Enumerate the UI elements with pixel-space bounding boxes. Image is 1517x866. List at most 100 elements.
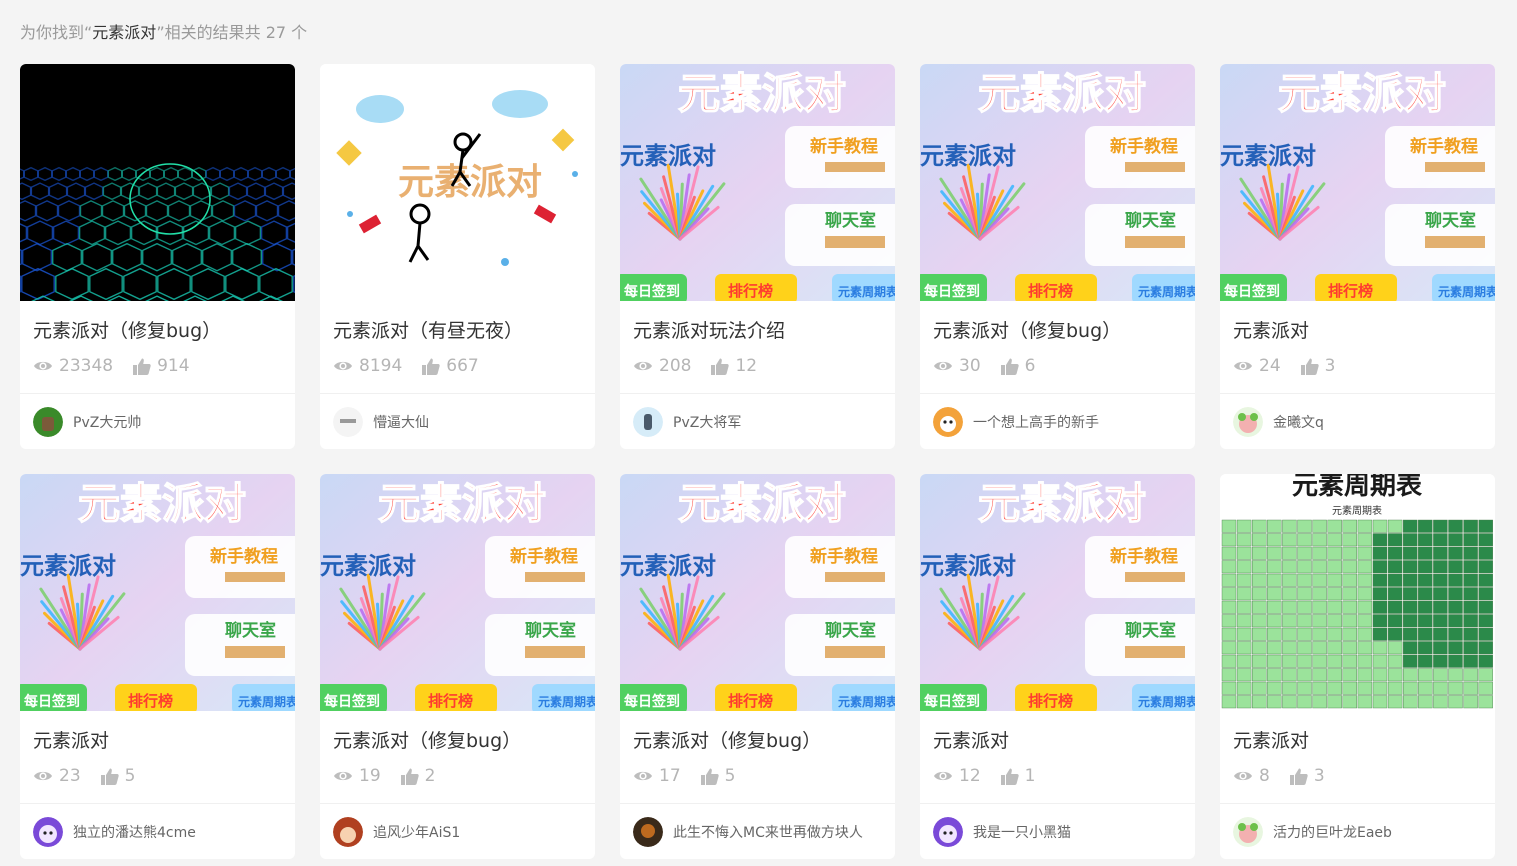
result-card[interactable]: 元素派对 元素派对 新手教程 聊天室 每日签到 排行榜 元素周期表 元素派对（修复bug） 17… bbox=[620, 474, 895, 859]
card-thumbnail[interactable]: 元素派对 bbox=[320, 64, 595, 301]
svg-text:排行榜: 排行榜 bbox=[128, 692, 173, 710]
card-thumbnail[interactable] bbox=[20, 64, 295, 301]
card-title[interactable]: 元素派对 bbox=[1233, 316, 1309, 343]
result-card[interactable]: 元素派对 元素派对 新手教程 聊天室 每日签到 排行榜 元素周期表 元素派对 23 5 独立的潘达熊… bbox=[20, 474, 295, 859]
card-title[interactable]: 元素派对（修复bug） bbox=[333, 726, 521, 753]
avatar[interactable] bbox=[333, 817, 363, 847]
card-thumbnail[interactable]: 元素周期表 元素周期表 bbox=[1220, 474, 1495, 711]
card-stats: 23348 914 bbox=[33, 356, 190, 376]
card-thumbnail[interactable]: 元素派对 元素派对 新手教程 聊天室 每日签到 排行榜 元素周期表 bbox=[920, 64, 1195, 301]
avatar[interactable] bbox=[633, 817, 663, 847]
author-name[interactable]: 追风少年AiS1 bbox=[373, 822, 460, 842]
svg-text:聊天室: 聊天室 bbox=[1125, 620, 1176, 641]
card-author[interactable]: 此生不悔入MC来世再做方块人 bbox=[633, 817, 863, 847]
avatar[interactable] bbox=[633, 407, 663, 437]
like-count: 6 bbox=[1024, 356, 1036, 376]
eye-icon bbox=[933, 769, 953, 783]
card-stats: 208 12 bbox=[633, 356, 757, 376]
avatar[interactable] bbox=[933, 407, 963, 437]
card-thumbnail[interactable]: 元素派对 元素派对 新手教程 聊天室 每日签到 排行榜 元素周期表 bbox=[920, 474, 1195, 711]
svg-text:元素派对: 元素派对 bbox=[78, 479, 246, 528]
author-name[interactable]: 此生不悔入MC来世再做方块人 bbox=[673, 822, 863, 842]
card-thumbnail[interactable]: 元素派对 元素派对 新手教程 聊天室 每日签到 排行榜 元素周期表 bbox=[20, 474, 295, 711]
search-keyword: 元素派对 bbox=[92, 23, 157, 42]
avatar[interactable] bbox=[333, 407, 363, 437]
svg-text:元素派对: 元素派对 bbox=[678, 69, 846, 118]
svg-text:排行榜: 排行榜 bbox=[1028, 282, 1073, 300]
result-card[interactable]: 元素派对 元素派对 新手教程 聊天室 每日签到 排行榜 元素周期表元素派对 24 3 金曦文q bbox=[1220, 64, 1495, 449]
card-author[interactable]: 活力的巨叶龙Eaeb bbox=[1233, 817, 1392, 847]
author-name[interactable]: 独立的潘达熊4cme bbox=[73, 822, 196, 842]
author-name[interactable]: PvZ大元帅 bbox=[73, 412, 141, 432]
card-title[interactable]: 元素派对（修复bug） bbox=[933, 316, 1121, 343]
author-name[interactable]: PvZ大将军 bbox=[673, 412, 741, 432]
author-name[interactable]: 金曦文q bbox=[1273, 412, 1324, 432]
card-divider bbox=[1220, 803, 1495, 804]
result-card[interactable]: 元素派对 元素派对 新手教程 聊天室 每日签到 排行榜 元素周期表元素派对玩法介绍 208 12… bbox=[620, 64, 895, 449]
card-title[interactable]: 元素派对玩法介绍 bbox=[633, 316, 785, 343]
card-title[interactable]: 元素派对 bbox=[33, 726, 109, 753]
eye-icon bbox=[1233, 359, 1253, 373]
thumbs-up-icon bbox=[711, 358, 730, 375]
result-suffix: ”相关的结果共 27 个 bbox=[156, 23, 308, 42]
svg-text:元素周期表: 元素周期表 bbox=[1138, 694, 1195, 709]
card-stats: 24 3 bbox=[1233, 356, 1335, 376]
card-thumbnail[interactable]: 元素派对 元素派对 新手教程 聊天室 每日签到 排行榜 元素周期表 bbox=[320, 474, 595, 711]
thumbnail-image: 元素派对元素派对 新手教程聊天室每日签到 排行榜 元素周期表 bbox=[1220, 64, 1495, 301]
thumbnail-image: 元素派对元素派对 新手教程聊天室每日签到 排行榜 元素周期表 bbox=[620, 474, 895, 711]
result-grid: 元素派对（修复bug） 23348 914 PvZ大元帅 元素派对 元素派对（有昼无夜） 8… bbox=[20, 64, 1495, 859]
author-name[interactable]: 一个想上高手的新手 bbox=[973, 412, 1099, 432]
svg-text:排行榜: 排行榜 bbox=[728, 692, 773, 710]
author-name[interactable]: 我是一只小黑猫 bbox=[973, 822, 1071, 842]
svg-text:排行榜: 排行榜 bbox=[728, 282, 773, 300]
result-card[interactable]: 元素派对 元素派对 新手教程 聊天室 每日签到 排行榜 元素周期表 元素派对 12 1 我是一只小黑… bbox=[920, 474, 1195, 859]
thumbs-up-icon bbox=[1000, 768, 1019, 785]
result-card[interactable]: 元素派对 元素派对 新手教程 聊天室 每日签到 排行榜 元素周期表元素派对（修复bug） 30… bbox=[920, 64, 1195, 449]
card-author[interactable]: 懵逼大仙 bbox=[333, 407, 429, 437]
result-prefix: 为你找到“ bbox=[20, 23, 93, 42]
avatar[interactable] bbox=[933, 817, 963, 847]
thumbnail-image: 元素派对 bbox=[320, 64, 595, 301]
card-author[interactable]: PvZ大将军 bbox=[633, 407, 741, 437]
thumbs-up-icon bbox=[422, 358, 440, 375]
view-count: 30 bbox=[959, 356, 981, 376]
card-thumbnail[interactable]: 元素派对 元素派对 新手教程 聊天室 每日签到 排行榜 元素周期表 bbox=[620, 64, 895, 301]
card-thumbnail[interactable]: 元素派对 元素派对 新手教程 聊天室 每日签到 排行榜 元素周期表 bbox=[620, 474, 895, 711]
card-author[interactable]: 独立的潘达熊4cme bbox=[33, 817, 196, 847]
card-divider bbox=[20, 803, 295, 804]
card-title[interactable]: 元素派对 bbox=[933, 726, 1009, 753]
avatar[interactable] bbox=[1233, 407, 1263, 437]
card-thumbnail[interactable]: 元素派对 元素派对 新手教程 聊天室 每日签到 排行榜 元素周期表 bbox=[1220, 64, 1495, 301]
svg-text:聊天室: 聊天室 bbox=[525, 620, 576, 641]
avatar[interactable] bbox=[33, 817, 63, 847]
result-card[interactable]: 元素派对（修复bug） 23348 914 PvZ大元帅 bbox=[20, 64, 295, 449]
card-author[interactable]: 追风少年AiS1 bbox=[333, 817, 460, 847]
svg-text:元素周期表: 元素周期表 bbox=[1332, 504, 1382, 517]
card-author[interactable]: 金曦文q bbox=[1233, 407, 1324, 437]
avatar[interactable] bbox=[33, 407, 63, 437]
author-name[interactable]: 懵逼大仙 bbox=[373, 412, 429, 432]
result-card[interactable]: 元素周期表 元素周期表 元素派对 8 3 活力的巨叶龙Eaeb bbox=[1220, 474, 1495, 859]
svg-text:每日签到: 每日签到 bbox=[624, 693, 680, 710]
author-name[interactable]: 活力的巨叶龙Eaeb bbox=[1273, 822, 1392, 842]
card-author[interactable]: PvZ大元帅 bbox=[33, 407, 141, 437]
view-count: 24 bbox=[1259, 356, 1281, 376]
result-card[interactable]: 元素派对 元素派对（有昼无夜） 8194 667 懵逼大仙 bbox=[320, 64, 595, 449]
svg-text:元素周期表: 元素周期表 bbox=[238, 694, 295, 709]
card-title[interactable]: 元素派对 bbox=[1233, 726, 1309, 753]
view-count: 8 bbox=[1259, 766, 1270, 786]
thumbs-up-icon bbox=[1300, 358, 1319, 375]
card-title[interactable]: 元素派对（有昼无夜） bbox=[333, 316, 523, 343]
card-title[interactable]: 元素派对（修复bug） bbox=[633, 726, 821, 753]
like-count: 12 bbox=[735, 356, 758, 376]
result-card[interactable]: 元素派对 元素派对 新手教程 聊天室 每日签到 排行榜 元素周期表 元素派对（修复bug） 19… bbox=[320, 474, 595, 859]
svg-text:元素派对: 元素派对 bbox=[398, 162, 542, 203]
card-author[interactable]: 一个想上高手的新手 bbox=[933, 407, 1099, 437]
svg-text:新手教程: 新手教程 bbox=[810, 546, 878, 567]
card-author[interactable]: 我是一只小黑猫 bbox=[933, 817, 1071, 847]
avatar[interactable] bbox=[1233, 817, 1263, 847]
card-title[interactable]: 元素派对（修复bug） bbox=[33, 316, 221, 343]
like-count: 5 bbox=[724, 766, 736, 786]
svg-text:排行榜: 排行榜 bbox=[428, 692, 473, 710]
view-count: 8194 bbox=[359, 356, 403, 376]
